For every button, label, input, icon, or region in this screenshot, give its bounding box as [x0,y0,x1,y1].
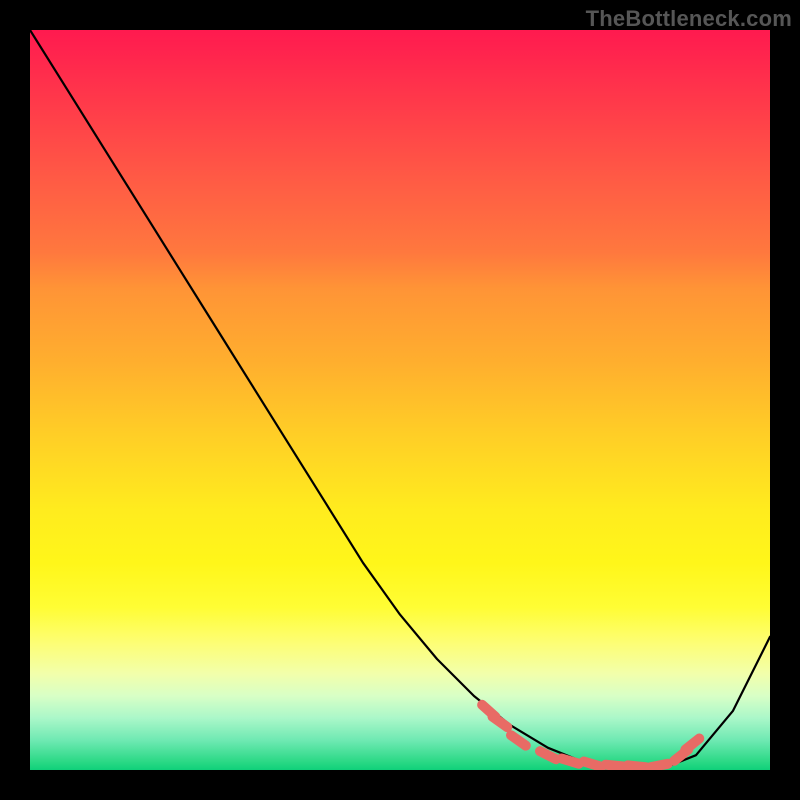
trough-dash [606,765,624,767]
trough-dash [685,739,699,750]
curve-svg [30,30,770,770]
trough-dash [562,759,579,764]
trough-dash [493,717,508,727]
trough-dash [650,764,668,768]
trough-dash [511,735,526,745]
chart-frame: TheBottleneck.com [0,0,800,800]
plot-area [30,30,770,770]
watermark-text: TheBottleneck.com [586,6,792,32]
trough-highlight-dashes [482,705,699,768]
trough-dash [540,751,556,759]
trough-dash [628,765,646,767]
bottleneck-curve [30,30,770,770]
trough-dash [584,762,601,767]
